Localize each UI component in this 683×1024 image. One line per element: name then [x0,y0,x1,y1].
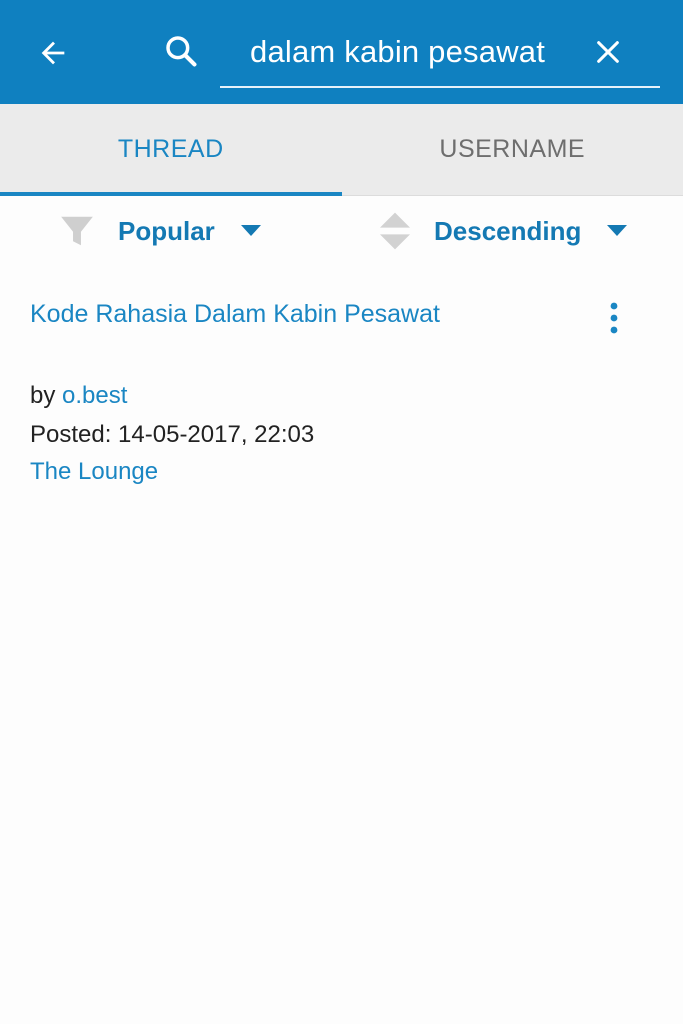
close-icon [597,41,619,63]
sort-filter-bar: Popular Descending [0,196,683,266]
app-bar [0,0,683,104]
filter-dropdown[interactable]: Popular [58,206,261,256]
tab-username[interactable]: USERNAME [342,104,683,195]
order-label: Descending [434,215,582,246]
author-line: by o.best [30,382,127,410]
arrow-left-icon [41,41,65,65]
sort-icon [380,212,410,250]
by-label: by [30,382,56,409]
tab-bar: THREAD USERNAME [0,104,683,196]
forum-link[interactable]: The Lounge [30,458,158,486]
more-options-button[interactable] [596,296,632,340]
order-dropdown[interactable]: Descending [378,206,628,256]
author-link[interactable]: o.best [62,382,127,409]
tab-thread-label: THREAD [117,135,224,163]
clear-search-button[interactable] [588,30,628,74]
caret-down-icon [240,225,261,237]
posted-date: Posted: 14-05-2017, 22:03 [30,421,315,448]
tab-thread[interactable]: THREAD [0,104,342,196]
tab-username-label: USERNAME [439,135,586,163]
more-vertical-icon [610,302,618,334]
funnel-icon [61,216,93,246]
thread-title-link[interactable]: Kode Rahasia Dalam Kabin Pesawat [30,300,440,329]
caret-down-icon [607,225,628,237]
search-input[interactable] [250,30,590,74]
back-button[interactable] [30,30,76,76]
search-field [220,22,660,88]
filter-label: Popular [118,215,215,246]
search-icon [158,28,204,74]
